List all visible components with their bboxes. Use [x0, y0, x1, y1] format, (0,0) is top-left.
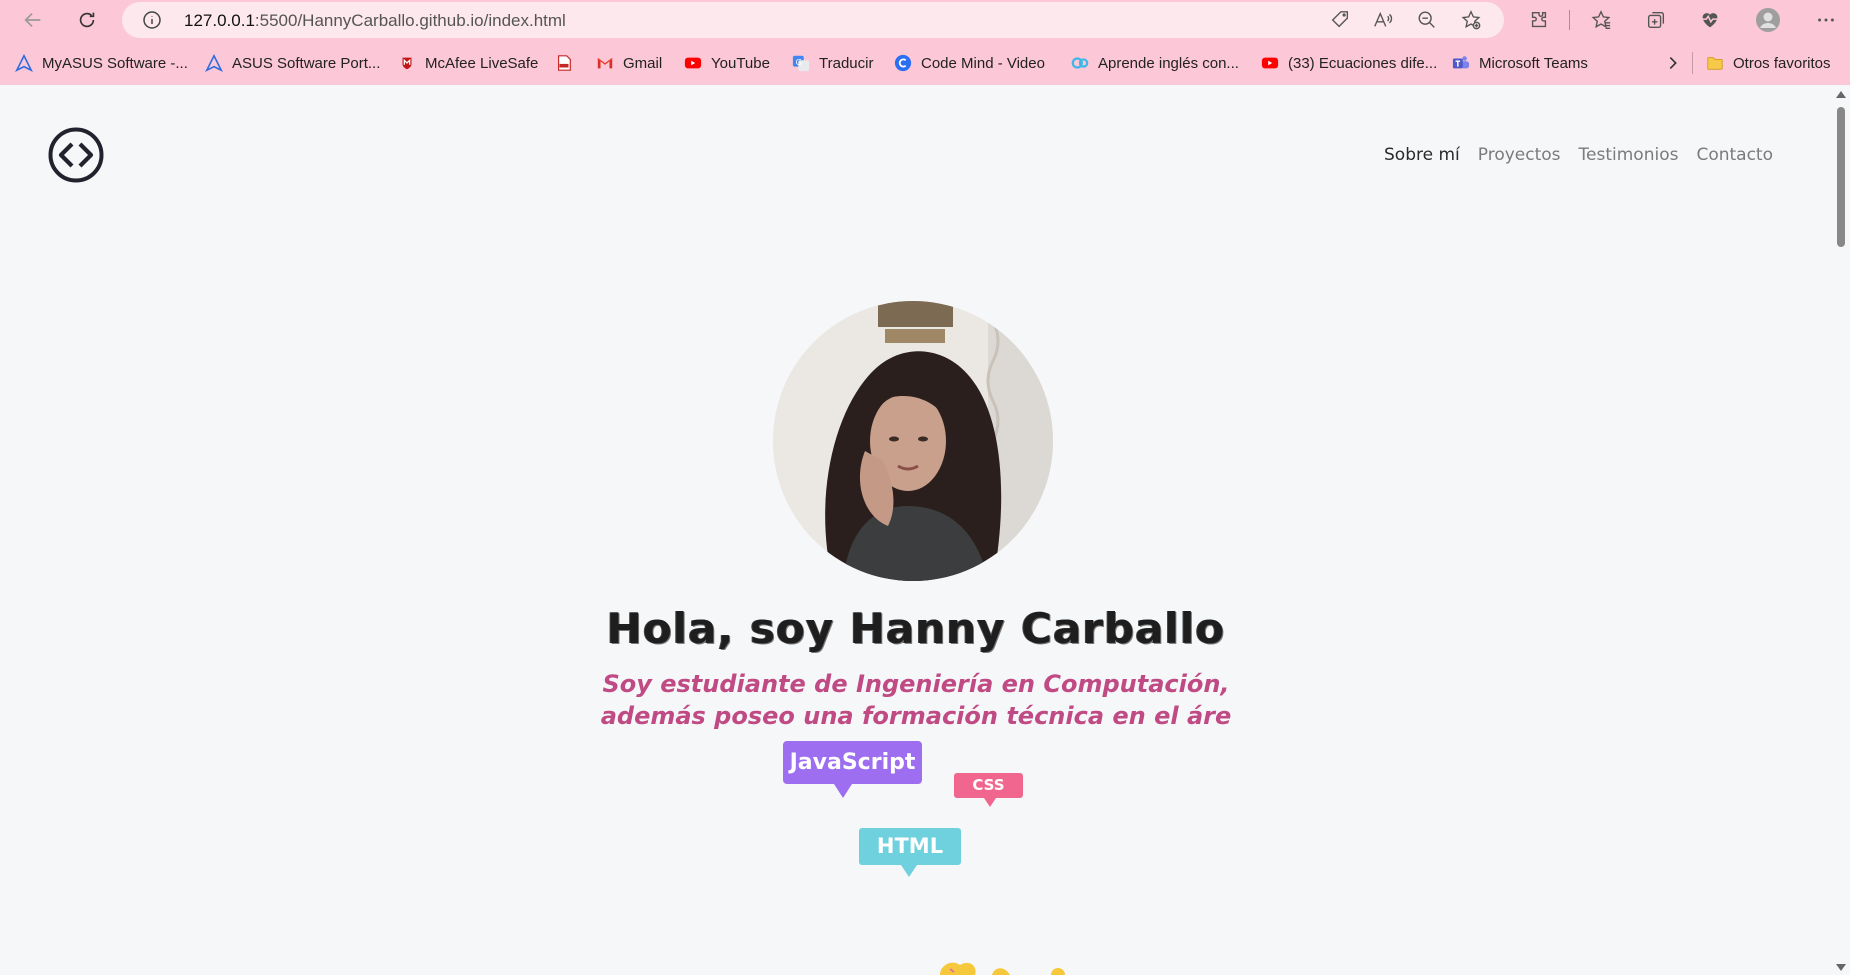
bookmark-otros-favoritos[interactable]: Otros favoritos: [1706, 52, 1831, 74]
hero-title: Hola, soy Hanny Carballo: [606, 604, 1226, 653]
nav-sobre-mi[interactable]: Sobre mí: [1384, 145, 1460, 165]
nav-testimonios[interactable]: Testimonios: [1579, 145, 1679, 165]
scrollbar-thumb[interactable]: [1837, 107, 1845, 247]
browser-chrome: 127.0.0.1:5500/HannyCarballo.github.io/i…: [0, 0, 1850, 85]
nav-contacto[interactable]: Contacto: [1696, 145, 1773, 165]
scroll-down-arrow-icon[interactable]: [1836, 964, 1846, 971]
hero-subtitle-line-2: además poseo una formación técnica en el…: [600, 702, 1232, 730]
gmail-icon: [596, 54, 614, 72]
logo-code-icon[interactable]: [48, 127, 104, 183]
read-aloud-icon[interactable]: [1372, 9, 1394, 31]
mcafee-icon: [398, 54, 416, 72]
main-nav: Sobre mí Proyectos Testimonios Contacto: [1384, 145, 1773, 165]
bookmark-label: Gmail: [623, 54, 663, 72]
bookmark-label: Microsoft Teams: [1479, 54, 1588, 72]
back-icon[interactable]: [17, 4, 49, 36]
bookmarks-bar: MyASUS Software -... ASUS Software Port.…: [0, 46, 1850, 78]
bookmark-asus-portal[interactable]: ASUS Software Port...: [205, 52, 380, 74]
pdf-icon: [555, 54, 573, 72]
browser-toolbar: 127.0.0.1:5500/HannyCarballo.github.io/i…: [0, 0, 1850, 40]
more-icon[interactable]: [1815, 9, 1837, 31]
url-text[interactable]: 127.0.0.1:5500/HannyCarballo.github.io/i…: [184, 11, 566, 31]
bookmarks-separator: [1692, 52, 1693, 74]
nav-proyectos[interactable]: Proyectos: [1478, 145, 1561, 165]
profile-photo: [773, 301, 1053, 581]
gc-icon: [1071, 54, 1089, 72]
folder-icon: [1706, 54, 1724, 72]
bookmark-label: Aprende inglés con...: [1098, 54, 1239, 72]
bookmark-label: McAfee LiveSafe: [425, 54, 539, 72]
asus-icon: [205, 54, 223, 72]
extensions-icon[interactable]: [1528, 9, 1550, 31]
bookmark-label: Otros favoritos: [1733, 54, 1831, 72]
bookmark-label: Traducir: [819, 54, 874, 72]
asus-icon: [15, 54, 33, 72]
add-favorite-icon[interactable]: [1460, 9, 1482, 31]
tag-icon[interactable]: [1329, 9, 1351, 31]
hero-subtitle-line-1: Soy estudiante de Ingeniería en Computac…: [602, 670, 1230, 698]
bookmark-ecuaciones[interactable]: (33) Ecuaciones dife...: [1261, 52, 1437, 74]
codemind-icon: [894, 54, 912, 72]
skill-tag-html: HTML: [859, 828, 961, 877]
collections-icon[interactable]: [1645, 9, 1667, 31]
hero-subtitle: Soy estudiante de Ingeniería en Computac…: [0, 668, 1832, 732]
bookmark-aprende-ingles[interactable]: Aprende inglés con...: [1071, 52, 1239, 74]
bookmark-youtube[interactable]: YouTube: [684, 52, 770, 74]
bookmark-gmail[interactable]: Gmail: [596, 52, 662, 74]
translate-icon: G: [792, 54, 810, 72]
svg-text:G: G: [796, 57, 802, 67]
bookmark-label: YouTube: [711, 54, 770, 72]
decorative-illustration: [940, 962, 1065, 975]
bookmark-myasus[interactable]: MyASUS Software -...: [15, 52, 188, 74]
zoom-out-icon[interactable]: [1416, 9, 1438, 31]
bookmark-label: ASUS Software Port...: [232, 54, 381, 72]
bookmark-mcafee[interactable]: McAfee LiveSafe: [398, 52, 538, 74]
youtube-icon: [1261, 54, 1279, 72]
bookmark-label: Code Mind - Video: [921, 54, 1045, 72]
browser-essentials-icon[interactable]: [1699, 9, 1721, 31]
toolbar-separator: [1569, 10, 1570, 30]
url-path: :5500/HannyCarballo.github.io/index.html: [254, 11, 566, 30]
bookmark-teams[interactable]: Microsoft Teams: [1452, 52, 1588, 74]
youtube-icon: [684, 54, 702, 72]
teams-icon: [1452, 54, 1470, 72]
scroll-up-arrow-icon[interactable]: [1836, 91, 1846, 98]
site-info-icon[interactable]: [142, 10, 162, 30]
bookmark-codemind[interactable]: Code Mind - Video: [894, 52, 1045, 74]
reload-icon[interactable]: [71, 4, 103, 36]
address-bar[interactable]: 127.0.0.1:5500/HannyCarballo.github.io/i…: [122, 2, 1504, 38]
bookmarks-overflow-chevron-icon[interactable]: [1664, 52, 1682, 74]
profile-icon[interactable]: [1755, 7, 1781, 33]
bookmark-label: MyASUS Software -...: [42, 54, 188, 72]
bookmark-traducir[interactable]: G Traducir: [792, 52, 873, 74]
skill-tag-javascript: JavaScript: [783, 741, 922, 798]
url-host: 127.0.0.1: [184, 11, 255, 30]
skill-tag-css: CSS: [954, 773, 1023, 807]
bookmark-label: (33) Ecuaciones dife...: [1288, 54, 1438, 72]
bookmark-pdf[interactable]: [555, 52, 582, 74]
page-scrollbar[interactable]: [1832, 85, 1850, 975]
favorites-icon[interactable]: [1590, 9, 1612, 31]
